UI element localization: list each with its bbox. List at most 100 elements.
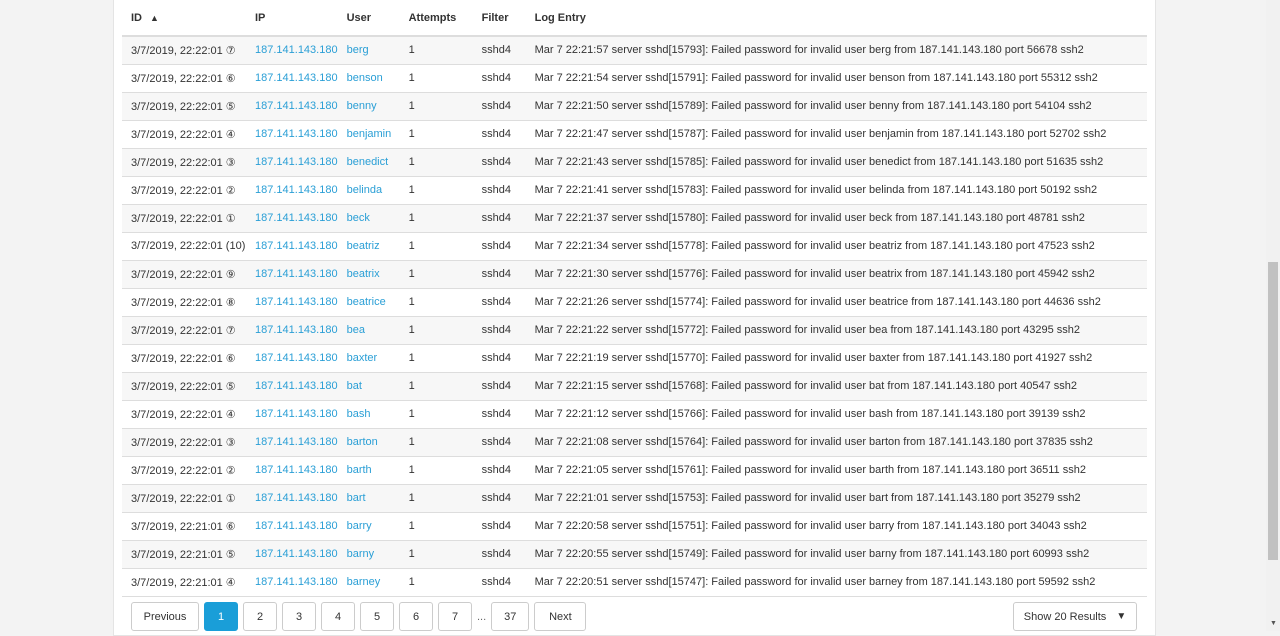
row-attempts: 1 [408,520,415,532]
row-ip-link[interactable]: 187.141.143.180 [255,128,338,140]
page-button-6[interactable]: 6 [399,602,433,631]
row-ip-link[interactable]: 187.141.143.180 [255,268,338,280]
page-button-last[interactable]: 37 [491,602,530,631]
row-user-link[interactable]: benny [347,100,377,112]
row-id-cell: 3/7/2019, 22:22:01 ⑤ [122,92,246,121]
row-user-cell: barny [337,540,400,569]
row-ip-link[interactable]: 187.141.143.180 [255,380,338,392]
row-ip-link[interactable]: 187.141.143.180 [255,324,338,336]
row-ip-link[interactable]: 187.141.143.180 [255,464,338,476]
row-user-link[interactable]: barth [347,464,372,476]
column-header-attempts[interactable]: Attempts [399,0,473,37]
page-button-7[interactable]: 7 [438,602,472,631]
row-ip-cell: 187.141.143.180 [246,372,338,401]
row-ip-cell: 187.141.143.180 [246,344,338,373]
row-id-cell: 3/7/2019, 22:22:01 ⑤ [122,372,246,401]
row-ip-link[interactable]: 187.141.143.180 [255,436,338,448]
row-user-link[interactable]: barry [347,520,372,532]
row-ip-cell: 187.141.143.180 [246,456,338,485]
row-ip-link[interactable]: 187.141.143.180 [255,548,338,560]
row-user-link[interactable]: bea [347,324,365,336]
row-attempts: 1 [408,156,415,168]
row-user-link[interactable]: barton [347,436,378,448]
table-row: 3/7/2019, 22:22:01 ⑦ 187.141.143.180 berg 1… [122,36,1147,65]
row-user-link[interactable]: barney [347,576,381,588]
scrollbar-thumb[interactable] [1268,262,1278,560]
scroll-down-icon[interactable]: ▼ [1270,620,1277,627]
row-id: 3/7/2019, 22:22:01 ⑥ [131,352,236,365]
row-ip-link[interactable]: 187.141.143.180 [255,576,338,588]
column-header-id[interactable]: ID ▲ [122,0,246,37]
row-attempts-cell: 1 [399,484,473,513]
row-user-link[interactable]: barny [347,548,375,560]
row-attempts-cell: 1 [399,204,473,233]
row-ip-link[interactable]: 187.141.143.180 [255,212,338,224]
row-attempts: 1 [408,72,415,84]
page-button-3[interactable]: 3 [282,602,316,631]
row-user-link[interactable]: benjamin [347,128,392,140]
row-filter-cell: sshd4 [472,316,526,345]
row-user-link[interactable]: bart [347,492,366,504]
row-attempts-cell: 1 [399,260,473,289]
row-filter-cell: sshd4 [472,232,526,261]
row-user-cell: benny [337,92,400,121]
row-ip-link[interactable]: 187.141.143.180 [255,520,338,532]
page-button-5[interactable]: 5 [360,602,394,631]
row-ip-link[interactable]: 187.141.143.180 [255,184,338,196]
row-filter-cell: sshd4 [472,260,526,289]
next-button[interactable]: Next [534,602,587,631]
row-ip-link[interactable]: 187.141.143.180 [255,296,338,308]
row-user-cell: berg [337,36,400,65]
row-ip-link[interactable]: 187.141.143.180 [255,408,338,420]
row-user-link[interactable]: beck [347,212,370,224]
row-ip-link[interactable]: 187.141.143.180 [255,352,338,364]
row-ip-cell: 187.141.143.180 [246,400,338,429]
row-log-entry-cell: Mar 7 22:21:05 server sshd[15761]: Faile… [525,456,1147,485]
row-attempts-cell: 1 [399,288,473,317]
row-ip-link[interactable]: 187.141.143.180 [255,240,338,252]
scrollbar[interactable]: ▼ [1266,0,1280,631]
column-header-user[interactable]: User [337,0,400,37]
row-user-cell: bash [337,400,400,429]
row-ip-link[interactable]: 187.141.143.180 [255,492,338,504]
row-user-cell: baxter [337,344,400,373]
row-user-link[interactable]: berg [347,44,369,56]
row-ip-cell: 187.141.143.180 [246,204,338,233]
row-filter-cell: sshd4 [472,540,526,569]
row-user-link[interactable]: baxter [347,352,378,364]
row-user-cell: barney [337,568,400,597]
row-user-link[interactable]: belinda [347,184,382,196]
row-ip-link[interactable]: 187.141.143.180 [255,100,338,112]
row-log-entry: Mar 7 22:21:30 server sshd[15776]: Faile… [534,268,1095,280]
page-button-1[interactable]: 1 [204,602,238,631]
row-filter-cell: sshd4 [472,92,526,121]
row-user-link[interactable]: beatrice [347,296,386,308]
row-user-link[interactable]: benedict [347,156,389,168]
row-ip-link[interactable]: 187.141.143.180 [255,72,338,84]
row-attempts-cell: 1 [399,316,473,345]
row-log-entry: Mar 7 22:21:41 server sshd[15783]: Faile… [534,184,1098,196]
column-header-filter[interactable]: Filter [472,0,526,37]
row-filter: sshd4 [481,156,511,168]
row-user-link[interactable]: benson [347,72,383,84]
row-id: 3/7/2019, 22:22:01 ③ [131,436,236,449]
row-filter-cell: sshd4 [472,456,526,485]
page-button-4[interactable]: 4 [321,602,355,631]
row-id-cell: 3/7/2019, 22:22:01 ⑧ [122,288,246,317]
row-id-cell: 3/7/2019, 22:22:01 ③ [122,428,246,457]
column-header-ip[interactable]: IP [246,0,338,37]
row-attempts-cell: 1 [399,512,473,541]
row-user-cell: benjamin [337,120,400,149]
row-user-link[interactable]: beatrix [347,268,380,280]
row-log-entry-cell: Mar 7 22:21:22 server sshd[15772]: Faile… [525,316,1147,345]
row-user-link[interactable]: beatriz [347,240,380,252]
page-size-select[interactable]: Show 20 Results ▼ [1013,602,1137,631]
column-header-log[interactable]: Log Entry [525,0,1147,37]
row-log-entry: Mar 7 22:21:57 server sshd[15793]: Faile… [534,44,1084,57]
page-button-2[interactable]: 2 [243,602,277,631]
row-ip-link[interactable]: 187.141.143.180 [255,44,338,56]
row-user-link[interactable]: bat [347,380,362,392]
previous-button[interactable]: Previous [131,602,199,631]
row-user-link[interactable]: bash [347,408,371,420]
row-ip-link[interactable]: 187.141.143.180 [255,156,338,168]
